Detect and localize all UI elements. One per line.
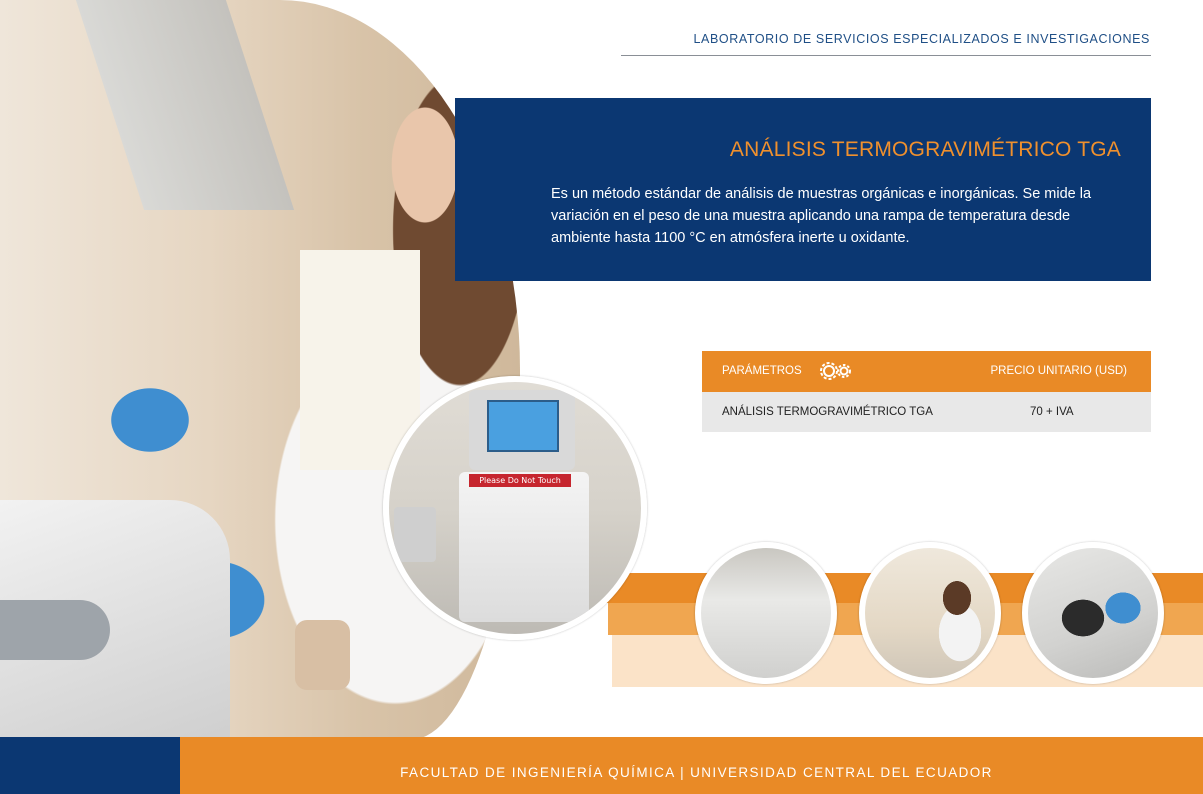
- instrument-body: [459, 472, 589, 622]
- footer-blue-block: [0, 737, 180, 794]
- footer-bar: FACULTAD DE INGENIERÍA QUÍMICA | UNIVERS…: [180, 737, 1203, 794]
- table-header: PARÁMETROS PRECIO UNITARIO (USD): [702, 351, 1151, 392]
- lab-window: [300, 250, 420, 470]
- researcher-at-instrument-photo: [859, 542, 1001, 684]
- table-row: ANÁLISIS TERMOGRAVIMÉTRICO TGA 70 + IVA: [702, 392, 1151, 432]
- row-analysis-name: ANÁLISIS TERMOGRAVIMÉTRICO TGA: [722, 406, 933, 418]
- organization-header: LABORATORIO DE SERVICIOS ESPECIALIZADOS …: [693, 32, 1150, 46]
- instrument-closeup-photo: [695, 542, 837, 684]
- tga-instrument-photo: Please Do Not Touch: [383, 376, 647, 640]
- lab-researcher-photo: [0, 0, 520, 740]
- row-price: 70 + IVA: [1030, 406, 1074, 418]
- smart-watch: [295, 620, 350, 690]
- column-price: PRECIO UNITARIO (USD): [990, 365, 1127, 377]
- instrument-screen: [487, 400, 559, 452]
- analysis-description: Es un método estándar de análisis de mue…: [551, 186, 1092, 246]
- do-not-touch-sign: Please Do Not Touch: [469, 474, 571, 487]
- gears-icon: [818, 360, 854, 382]
- sample-loading-photo: [1022, 542, 1164, 684]
- parameters-table: PARÁMETROS PRECIO UNITARIO (USD) ANÁLISI…: [702, 351, 1151, 432]
- analysis-title: ANÁLISIS TERMOGRAVIMÉTRICO TGA: [729, 138, 1121, 161]
- info-box: ANÁLISIS TERMOGRAVIMÉTRICO TGA Es un mét…: [455, 98, 1151, 281]
- header-divider: [621, 55, 1151, 56]
- ceiling-duct: [75, 0, 295, 210]
- column-parameters: PARÁMETROS: [722, 365, 802, 377]
- footer-text: FACULTAD DE INGENIERÍA QUÍMICA | UNIVERS…: [400, 765, 993, 780]
- instrument-slot: [0, 600, 110, 660]
- instrument-door: [394, 507, 436, 562]
